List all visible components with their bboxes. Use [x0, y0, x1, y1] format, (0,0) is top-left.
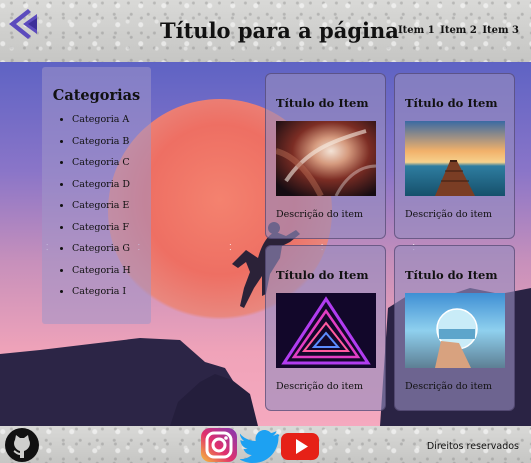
item-description: Descrição do item	[405, 381, 493, 392]
item-description: Descrição do item	[276, 209, 364, 220]
item-image-neon-triangle[interactable]	[276, 293, 376, 368]
item-card[interactable]: Título do Item Descrição do item	[394, 73, 515, 239]
page-title: Título para a página	[160, 18, 399, 43]
twitter-icon[interactable]	[240, 427, 280, 463]
item-description: Descrição do item	[276, 381, 364, 392]
copyright-text: Direitos reservados	[426, 441, 519, 452]
category-item-e[interactable]: Categoria E	[72, 200, 151, 222]
item-title: Título do Item	[276, 96, 369, 110]
brand-logo-icon[interactable]	[6, 6, 42, 42]
nav-item-1[interactable]: Item 1	[398, 25, 435, 36]
item-image-abstract-light[interactable]	[276, 121, 376, 196]
top-nav: Item 1 Item 2 Item 3	[396, 25, 519, 36]
category-item-c[interactable]: Categoria C	[72, 157, 151, 179]
youtube-icon[interactable]	[281, 427, 321, 463]
categories-list: Categoria A Categoria B Categoria C Cate…	[42, 114, 151, 308]
page-footer: Direitos reservados	[0, 426, 531, 463]
item-image-crystal-ball[interactable]	[405, 293, 505, 368]
category-item-b[interactable]: Categoria B	[72, 136, 151, 158]
category-item-i[interactable]: Categoria I	[72, 286, 151, 308]
instagram-icon[interactable]	[199, 427, 239, 463]
social-links	[199, 427, 321, 463]
category-item-h[interactable]: Categoria H	[72, 265, 151, 287]
item-image-pier-sunset[interactable]	[405, 121, 505, 196]
nav-item-3[interactable]: Item 3	[482, 25, 519, 36]
github-icon[interactable]	[2, 426, 42, 463]
item-card[interactable]: Título do Item Descrição do item	[265, 245, 386, 411]
item-card[interactable]: Título do Item Descrição do item	[265, 73, 386, 239]
page-header: Título para a página Item 1 Item 2 Item …	[0, 0, 531, 62]
category-item-a[interactable]: Categoria A	[72, 114, 151, 136]
category-item-g[interactable]: Categoria G	[72, 243, 151, 265]
main-content: • • • • • • • • • • Categorias Categoria…	[0, 62, 531, 426]
item-title: Título do Item	[405, 96, 498, 110]
item-title: Título do Item	[276, 268, 369, 282]
item-description: Descrição do item	[405, 209, 493, 220]
nav-item-2[interactable]: Item 2	[440, 25, 477, 36]
category-item-f[interactable]: Categoria F	[72, 222, 151, 244]
item-card[interactable]: Título do Item Descrição do item	[394, 245, 515, 411]
categories-heading: Categorias	[52, 87, 141, 104]
category-item-d[interactable]: Categoria D	[72, 179, 151, 201]
categories-panel: Categorias Categoria A Categoria B Categ…	[42, 67, 151, 324]
item-title: Título do Item	[405, 268, 498, 282]
